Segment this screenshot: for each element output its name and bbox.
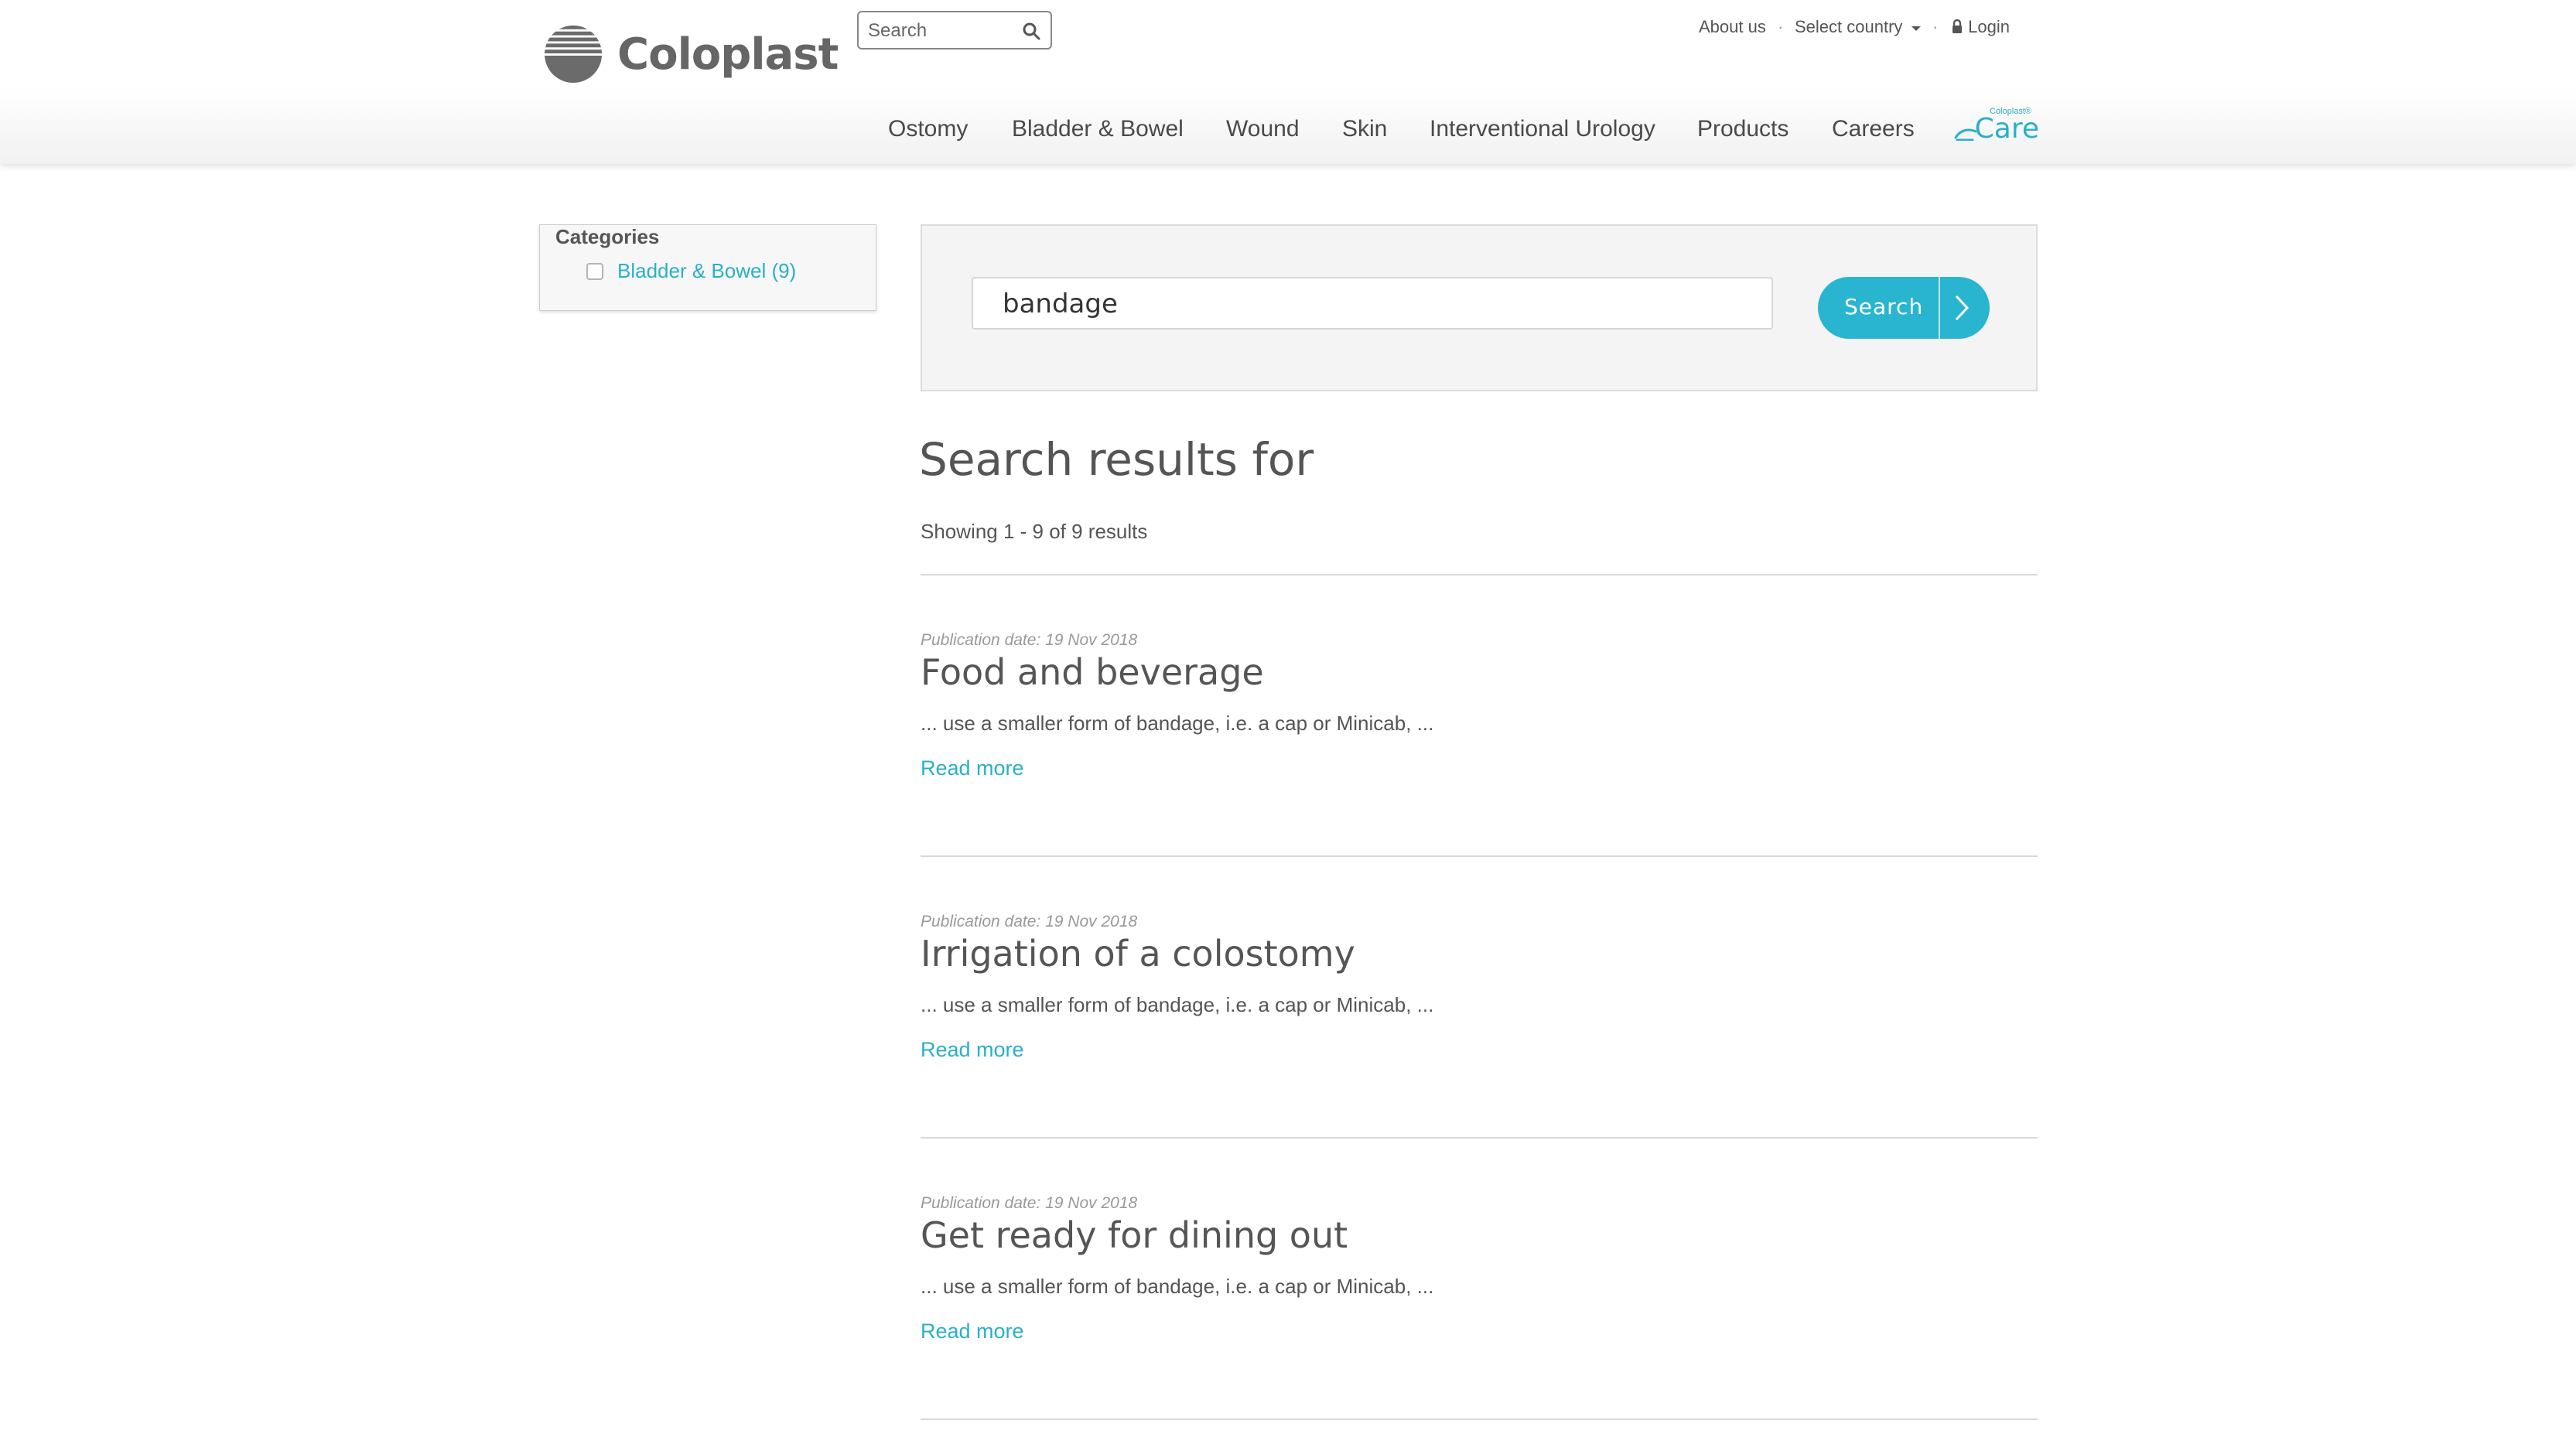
about-us-link[interactable]: About us [1699,17,1766,37]
divider [921,574,2038,575]
search-panel: Search [921,224,2038,391]
read-more-link[interactable]: Read more [921,756,1024,780]
nav-item-products[interactable]: Products [1697,116,1789,142]
login-label: Login [1968,17,2010,36]
nav-item-skin[interactable]: Skin [1342,116,1387,142]
site-header: Coloplast About us · Select country · Lo… [0,0,2576,164]
header-search [857,11,1052,50]
read-more-link[interactable]: Read more [921,1320,1024,1343]
coloplast-logo[interactable]: Coloplast [543,22,839,87]
nav-item-interventional-urology[interactable]: Interventional Urology [1430,116,1655,142]
separator-dot: · [1778,17,1784,36]
separator-dot: · [1932,17,1939,36]
result-snippet: ... use a smaller form of bandage, i.e. … [921,1275,1434,1298]
coloplast-logo-icon [544,25,603,84]
search-icon[interactable] [1021,21,1041,41]
results-heading: Search results for [919,433,1314,486]
categories-panel: Categories Bladder & Bowel (9) [539,224,876,311]
chevron-right-icon [1955,295,1970,321]
publication-date: Publication date: 19 Nov 2018 [921,913,1138,930]
nav-item-careers[interactable]: Careers [1832,116,1915,142]
result-item: Publication date: 19 Nov 2018 Get ready … [921,1194,2038,1388]
read-more-link[interactable]: Read more [921,1038,1024,1062]
search-button-label: Search [1844,294,1924,319]
nav-item-ostomy[interactable]: Ostomy [888,116,968,142]
categories-title: Categories [555,225,660,248]
result-title[interactable]: Irrigation of a colostomy [921,933,1355,975]
divider [921,1419,2038,1420]
button-divider [1939,277,1940,339]
caret-down-icon [1911,26,1921,31]
lock-icon [1952,19,1962,33]
divider [921,1137,2038,1139]
publication-date: Publication date: 19 Nov 2018 [921,1194,1138,1212]
select-country-label: Select country [1795,17,1903,36]
select-country-dropdown[interactable]: Select country [1795,17,1922,37]
header-search-input[interactable] [866,17,1009,45]
nav-item-bladder-bowel[interactable]: Bladder & Bowel [1012,116,1184,142]
checkbox-icon[interactable] [586,262,603,280]
brand-name: Coloplast [617,29,839,80]
search-query-input[interactable] [1001,285,1747,323]
publication-date: Publication date: 19 Nov 2018 [921,631,1138,649]
care-logo-text: Care [1974,113,2039,145]
result-title[interactable]: Get ready for dining out [921,1214,1348,1256]
result-item: Publication date: 19 Nov 2018 Food and b… [921,631,2038,825]
result-title[interactable]: Food and beverage [921,651,1264,693]
login-link[interactable]: Login [1951,17,2010,37]
result-snippet: ... use a smaller form of bandage, i.e. … [921,993,1434,1016]
care-logo-icon [1954,128,1977,141]
category-filter-bladder-bowel[interactable]: Bladder & Bowel (9) [586,259,796,283]
result-item: Publication date: 19 Nov 2018 Irrigation… [921,913,2038,1106]
search-button[interactable]: Search [1818,277,1990,339]
results-count: Showing 1 - 9 of 9 results [921,520,1148,543]
category-label[interactable]: Bladder & Bowel (9) [617,259,796,283]
divider [921,855,2038,857]
search-field [972,277,1773,329]
coloplast-care-link[interactable]: Coloplast® Care [1954,107,2039,145]
nav-item-wound[interactable]: Wound [1226,116,1300,142]
result-snippet: ... use a smaller form of bandage, i.e. … [921,712,1434,735]
